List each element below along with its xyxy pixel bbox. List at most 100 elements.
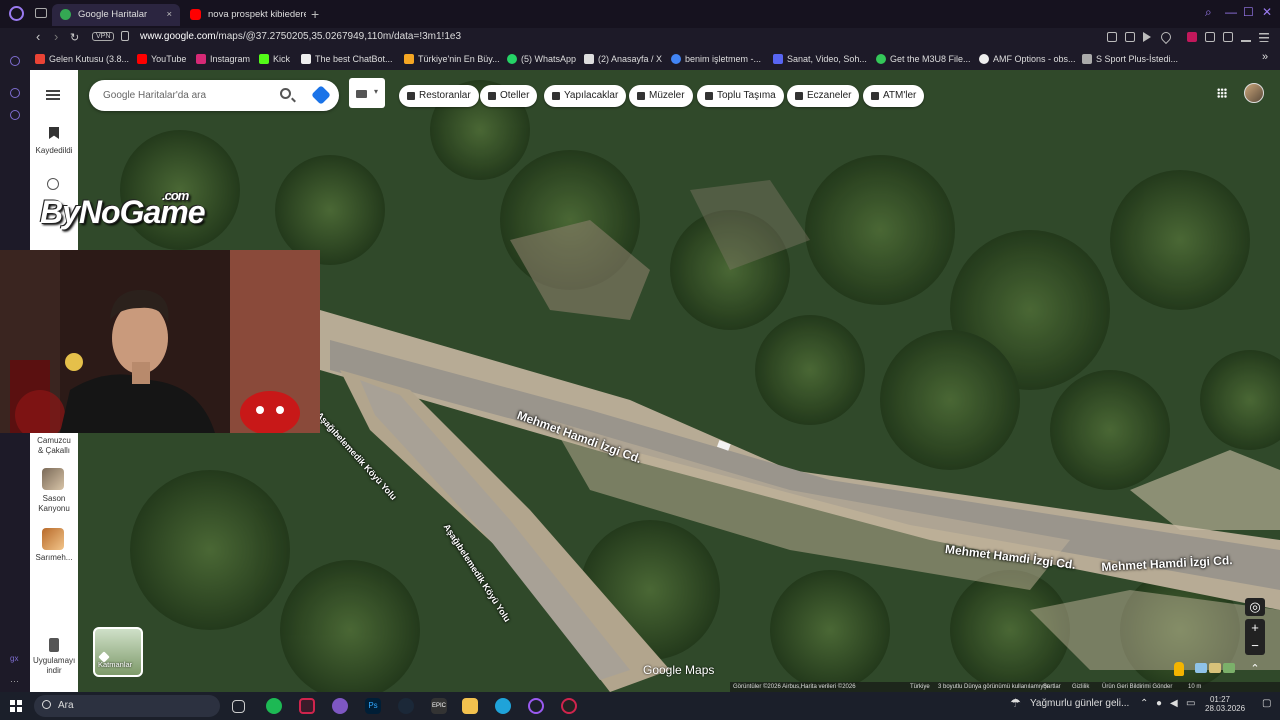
gx-icon[interactable]: gx — [10, 654, 20, 664]
epic-games-icon[interactable]: EPIC — [431, 698, 447, 714]
hamburger-menu-icon[interactable] — [46, 90, 60, 92]
zoom-in-button[interactable]: + — [1245, 619, 1265, 637]
footer-country[interactable]: Türkiye — [910, 682, 930, 692]
bookmark-item[interactable]: YouTube — [137, 54, 186, 64]
footer-terms-link[interactable]: Şartlar — [1043, 682, 1061, 692]
forward-button[interactable]: › — [54, 29, 58, 44]
recent-place-thumbnail[interactable] — [42, 468, 64, 490]
new-tab-button[interactable]: + — [311, 6, 319, 22]
recent-place-thumbnail[interactable] — [42, 528, 64, 550]
saved-bookmark-icon[interactable] — [49, 127, 59, 139]
more-dots-icon[interactable]: ··· — [10, 676, 20, 686]
search-input[interactable] — [103, 88, 273, 103]
download-app-label[interactable]: Uygulamayı indir — [30, 656, 78, 676]
layers-button[interactable]: Katmanlar — [93, 627, 143, 677]
bookmark-item[interactable]: (2) Anasayfa / X — [584, 54, 662, 64]
photoshop-icon[interactable]: Ps — [365, 698, 381, 714]
share-icon[interactable] — [1223, 32, 1233, 42]
bookmarks-more-icon[interactable]: » — [1262, 51, 1268, 63]
tray-chevron-icon[interactable]: ⌃ — [1140, 698, 1148, 709]
my-location-button[interactable]: ◎ — [1245, 598, 1265, 616]
bookmark-item[interactable]: Sanat, Video, Soh... — [773, 54, 867, 64]
snapshot-icon[interactable] — [1125, 32, 1135, 42]
bookmark-item[interactable]: benim işletmem -... — [671, 54, 761, 64]
back-button[interactable]: ‹ — [36, 29, 40, 44]
extensions-puzzle-icon[interactable] — [1205, 32, 1215, 42]
close-window-button[interactable]: ✕ — [1262, 5, 1272, 19]
chip-transit[interactable]: Toplu Taşıma — [697, 85, 784, 107]
url-field[interactable]: www.google.com/maps/@37.2750205,35.02679… — [140, 31, 461, 42]
google-apps-icon[interactable] — [1217, 88, 1227, 98]
bookmark-item[interactable]: Kick — [259, 54, 290, 64]
chip-pharmacies[interactable]: Eczaneler — [787, 85, 860, 107]
lock-icon[interactable] — [121, 31, 129, 41]
chip-museums[interactable]: Müzeler — [629, 85, 693, 107]
history-icon[interactable] — [10, 88, 20, 98]
aria-icon[interactable] — [10, 56, 20, 66]
taskbar-search[interactable]: Ara — [34, 695, 220, 717]
recent-place-label[interactable]: Camuzcu & Çakallı — [30, 436, 78, 456]
chip-atms[interactable]: ATM'ler — [863, 85, 925, 107]
pin-icon[interactable] — [1107, 32, 1117, 42]
microphone-icon[interactable]: ● — [1156, 698, 1162, 709]
scale-label[interactable]: 10 m — [1188, 682, 1201, 692]
extension-icon[interactable] — [1187, 32, 1197, 42]
vpn-badge[interactable]: VPN — [92, 32, 115, 41]
directions-icon[interactable] — [311, 85, 331, 105]
map-type-button[interactable]: ▾ — [349, 78, 385, 108]
footer-privacy-link[interactable]: Gizlilik — [1072, 682, 1089, 692]
weather-text[interactable]: Yağmurlu günler geli... — [1030, 698, 1129, 709]
phone-icon[interactable] — [49, 638, 59, 652]
opera-gx-icon[interactable] — [299, 698, 315, 714]
tab-google-maps[interactable]: Google Haritalar × — [52, 4, 180, 26]
file-explorer-icon[interactable] — [462, 698, 478, 714]
browser-icon[interactable] — [528, 698, 544, 714]
obs-icon[interactable] — [561, 698, 577, 714]
bookmark-item[interactable]: Gelen Kutusu (3.8... — [35, 54, 129, 64]
player-icon[interactable] — [1143, 32, 1151, 42]
map-thumb[interactable] — [1209, 663, 1221, 673]
bookmark-item[interactable]: Get the M3U8 File... — [876, 54, 971, 64]
tab-youtube[interactable]: nova prospekt kibiedere - — [182, 4, 306, 26]
windows-start-icon[interactable] — [10, 700, 22, 712]
download-icon[interactable] — [1241, 32, 1251, 42]
app-icon[interactable] — [332, 698, 348, 714]
weather-icon[interactable]: ☂ — [1010, 696, 1021, 710]
chevron-up-icon[interactable]: ⌃ — [1246, 660, 1264, 678]
zoom-out-button[interactable]: − — [1245, 637, 1265, 655]
footer-feedback-link[interactable]: Ürün Geri Bildirimi Gönder — [1102, 682, 1172, 692]
chip-hotels[interactable]: Oteller — [480, 85, 538, 107]
heart-icon[interactable] — [1158, 29, 1174, 45]
search-tabs-icon[interactable]: ⌕ — [1205, 5, 1212, 20]
bookmark-item[interactable]: Instagram — [196, 54, 250, 64]
bookmark-item[interactable]: Türkiye'nin En Büy... — [404, 54, 500, 64]
tab-islands-icon[interactable] — [35, 8, 47, 18]
settings-gear-icon[interactable] — [10, 110, 20, 120]
bookmark-item[interactable]: AMF Options - obs... — [979, 54, 1076, 64]
map-thumb[interactable] — [1195, 663, 1207, 673]
task-view-icon[interactable] — [232, 700, 245, 713]
opera-logo-icon[interactable] — [9, 6, 24, 21]
steam-icon[interactable] — [398, 698, 414, 714]
clock[interactable]: 01:27 28.03.2026 — [1205, 695, 1245, 713]
recent-history-icon[interactable] — [47, 178, 59, 190]
maximize-button[interactable]: ☐ — [1243, 5, 1254, 19]
account-avatar[interactable] — [1244, 83, 1264, 103]
bookmark-item[interactable]: The best ChatBot... — [301, 54, 393, 64]
bookmark-item[interactable]: (5) WhatsApp — [507, 54, 576, 64]
map-thumb[interactable] — [1223, 663, 1235, 673]
pegman-icon[interactable] — [1174, 662, 1184, 676]
volume-icon[interactable]: ◀ — [1170, 698, 1178, 709]
bookmark-item[interactable]: S Sport Plus-İstedi... — [1082, 54, 1178, 64]
notifications-icon[interactable]: ▢ — [1262, 698, 1271, 709]
network-icon[interactable]: ▭ — [1186, 698, 1195, 709]
minimize-button[interactable]: — — [1225, 5, 1237, 19]
search-icon[interactable] — [280, 88, 291, 99]
spotify-icon[interactable] — [266, 698, 282, 714]
recent-place-label[interactable]: Sason Kanyonu — [30, 494, 78, 514]
saved-label[interactable]: Kaydedildi — [30, 146, 78, 156]
recent-place-label[interactable]: Sarımeh... — [30, 553, 78, 563]
reload-button[interactable]: ↻ — [70, 31, 79, 44]
edge-icon[interactable] — [495, 698, 511, 714]
chip-restaurants[interactable]: Restoranlar — [399, 85, 479, 107]
